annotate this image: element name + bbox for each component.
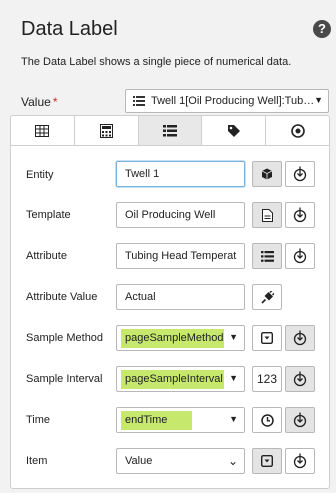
attribute-input[interactable]: Tubing Head Temperat (116, 243, 245, 269)
calculator-icon (99, 123, 113, 138)
sample-method-select[interactable]: pageSampleMethod ▼ (116, 325, 245, 351)
chevron-down-icon: ▼ (229, 373, 238, 383)
document-button[interactable] (252, 202, 282, 228)
attribute-pin-button[interactable] (285, 243, 315, 269)
download-circle-icon (293, 207, 307, 223)
attribute-label: Attribute (26, 250, 67, 262)
sample-interval-pin-button[interactable] (285, 366, 315, 392)
list-button[interactable] (252, 243, 282, 269)
clock-icon (260, 413, 274, 427)
dropdown-box-icon (261, 455, 273, 467)
download-circle-icon (293, 412, 307, 428)
chevron-down-icon: ▼ (229, 414, 238, 424)
template-label: Template (26, 209, 71, 221)
entity-input[interactable]: Twell 1 (116, 161, 245, 187)
numeric-mode-button[interactable]: 123 (252, 366, 282, 392)
attribute-value-input[interactable]: Actual (116, 284, 245, 310)
time-label: Time (26, 414, 51, 426)
entity-pin-button[interactable] (285, 161, 315, 187)
sample-interval-label: Sample Interval (26, 373, 103, 385)
time-value: endTime (121, 411, 192, 430)
download-circle-icon (293, 371, 307, 387)
tab-table[interactable] (11, 116, 75, 145)
template-pin-button[interactable] (285, 202, 315, 228)
table-icon (35, 124, 50, 137)
value-select[interactable]: Twell 1[Oil Producing Well]:Tub… ▼ (125, 89, 329, 113)
item-select[interactable]: Value ⌄ (116, 448, 245, 474)
tab-target[interactable] (266, 116, 329, 145)
tab-list[interactable] (138, 116, 203, 145)
value-label: Value * (21, 95, 57, 109)
tab-tag[interactable] (202, 116, 267, 145)
plug-button[interactable] (252, 284, 282, 310)
clock-button[interactable] (252, 407, 282, 433)
sample-method-pin-button[interactable] (285, 325, 315, 351)
help-icon[interactable]: ? (313, 20, 331, 38)
dropdown-box-icon (261, 332, 273, 344)
settings-card: Entity Twell 1 Template Oil Producing We… (10, 115, 330, 489)
item-value: Value (125, 455, 153, 467)
data-label-panel: Data Label ? The Data Label shows a sing… (0, 0, 336, 493)
attribute-value-label: Attribute Value (26, 291, 98, 303)
sample-interval-select[interactable]: pageSampleInterval ▼ (116, 366, 245, 392)
cube-button[interactable] (252, 161, 282, 187)
chevron-down-icon: ▼ (314, 95, 323, 105)
list-icon (260, 250, 274, 262)
item-dropdown-mode-button[interactable] (252, 448, 282, 474)
cube-icon (261, 168, 273, 180)
tab-bar (11, 116, 329, 146)
dropdown-mode-button[interactable] (252, 325, 282, 351)
item-pin-button[interactable] (285, 448, 315, 474)
sample-method-value: pageSampleMethod (121, 329, 224, 348)
tab-calculator[interactable] (75, 116, 139, 145)
target-icon (290, 123, 305, 138)
tag-icon (227, 124, 240, 137)
download-circle-icon (293, 248, 307, 264)
document-icon (261, 208, 273, 222)
time-pin-button[interactable] (285, 407, 315, 433)
chevron-down-icon: ▼ (229, 332, 238, 342)
item-label: Item (26, 455, 48, 467)
value-label-text: Value (21, 95, 51, 109)
list-icon (133, 96, 145, 106)
sample-method-label: Sample Method (26, 332, 104, 344)
download-circle-icon (293, 166, 307, 182)
page-title: Data Label (21, 18, 118, 40)
sample-interval-value: pageSampleInterval (121, 370, 224, 389)
download-circle-icon (293, 330, 307, 346)
chevron-down-icon: ⌄ (227, 454, 238, 468)
list-icon (162, 124, 177, 136)
template-input[interactable]: Oil Producing Well (116, 202, 245, 228)
required-mark: * (52, 95, 58, 109)
plug-icon (260, 290, 274, 304)
download-circle-icon (293, 453, 307, 469)
time-select[interactable]: endTime ▼ (116, 407, 245, 433)
value-select-text: Twell 1[Oil Producing Well]:Tub… (151, 95, 315, 107)
entity-label: Entity (26, 169, 54, 181)
description: The Data Label shows a single piece of n… (21, 56, 292, 68)
